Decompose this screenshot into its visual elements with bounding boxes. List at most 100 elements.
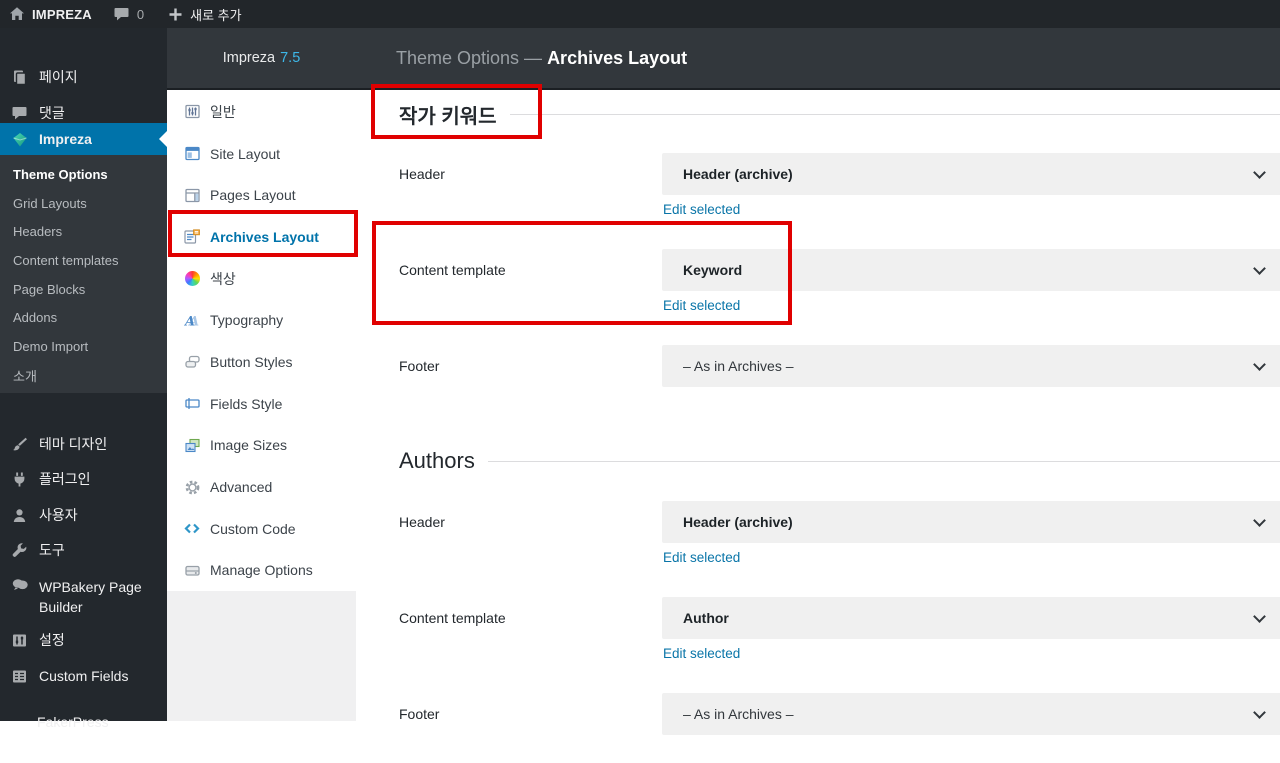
themenav-item-site-layout[interactable]: Site Layout <box>167 133 356 175</box>
header-select[interactable]: Header (archive) <box>662 501 1280 543</box>
submenu-label: 소개 <box>13 368 37 384</box>
comments-icon <box>10 105 29 121</box>
selected-value: – As in Archives – <box>683 358 794 374</box>
content-template-select[interactable]: Keyword <box>662 249 1280 291</box>
field-row-content-template: Content template Keyword Edit selected <box>399 249 1280 319</box>
submenu-label: Grid Layouts <box>13 195 87 211</box>
pages-icon <box>10 69 29 86</box>
field-label: Header <box>399 514 445 530</box>
sliders-icon <box>183 103 201 121</box>
themenav-label: Custom Code <box>210 520 296 537</box>
themenav-label: Archives Layout <box>210 228 319 245</box>
submenu-item-addons[interactable]: Addons <box>0 303 167 332</box>
themenav-item-image-sizes[interactable]: Image Sizes <box>167 425 356 467</box>
sidebar-item-label: 페이지 <box>39 69 78 85</box>
submenu-item-grid-layouts[interactable]: Grid Layouts <box>0 189 167 218</box>
wpbakery-icon <box>10 576 29 593</box>
admin-sidebar: 페이지 댓글 Impreza Theme Options Grid Layout… <box>0 28 167 730</box>
themenav-label: Pages Layout <box>210 187 296 204</box>
submenu-item-about[interactable]: 소개 <box>0 361 167 390</box>
selected-value: Author <box>683 610 729 626</box>
theme-nav-brand: Impreza 7.5 <box>167 28 356 88</box>
selected-value: Header (archive) <box>683 514 793 530</box>
themenav-item-colors[interactable]: 색상 <box>167 258 356 300</box>
sidebar-item-appearance[interactable]: 테마 디자인 <box>0 431 167 457</box>
section-title-text: 작가 키워드 <box>399 105 497 128</box>
themenav-item-advanced[interactable]: Advanced <box>167 466 356 508</box>
themenav-item-button-styles[interactable]: Button Styles <box>167 341 356 383</box>
submenu-label: Demo Import <box>13 338 89 354</box>
admin-bar-comments-link[interactable]: 0 <box>113 0 144 28</box>
page-background <box>167 591 356 721</box>
field-label: Footer <box>399 706 440 722</box>
sidebar-item-settings[interactable]: 설정 <box>0 627 167 653</box>
sidebar-item-impreza[interactable]: Impreza <box>0 123 167 155</box>
buttons-icon <box>183 353 201 371</box>
sidebar-item-label: Custom Fields <box>39 668 129 684</box>
sidebar-item-pages[interactable]: 페이지 <box>0 64 167 90</box>
edit-selected-link[interactable]: Edit selected <box>663 646 740 661</box>
themenav-item-general[interactable]: 일반 <box>167 91 356 133</box>
themenav-label: Manage Options <box>210 562 313 579</box>
field-row-header: Header Header (archive) Edit selected <box>399 501 1280 571</box>
field-label: Content template <box>399 262 506 278</box>
section-title-author-keywords: 작가 키워드 <box>399 99 1280 129</box>
edit-selected-link[interactable]: Edit selected <box>663 298 740 313</box>
themenav-label: Image Sizes <box>210 437 288 454</box>
wrench-icon <box>10 542 29 559</box>
sidebar-item-label: 플러그인 <box>39 471 91 487</box>
submenu-label: Headers <box>13 224 63 240</box>
sidebar-item-label: Impreza <box>39 131 92 147</box>
themenav-item-custom-code[interactable]: Custom Code <box>167 508 356 550</box>
sidebar-item-fakerpress[interactable]: FakerPress <box>0 709 167 735</box>
edit-selected-link[interactable]: Edit selected <box>663 550 740 565</box>
submenu-item-theme-options[interactable]: Theme Options <box>0 160 167 189</box>
submenu-item-demo-import[interactable]: Demo Import <box>0 332 167 361</box>
admin-bar-site-link[interactable]: IMPREZA <box>9 0 92 28</box>
sidebar-item-wpbakery[interactable]: WPBakery Page Builder <box>0 576 167 620</box>
themenav-item-pages-layout[interactable]: Pages Layout <box>167 174 356 216</box>
themenav-item-typography[interactable]: AA Typography <box>167 299 356 341</box>
selected-value: Keyword <box>683 262 743 278</box>
section-title-text: Authors <box>399 448 475 473</box>
footer-select[interactable]: – As in Archives – <box>662 693 1280 735</box>
selected-value: Header (archive) <box>683 166 793 182</box>
footer-select[interactable]: – As in Archives – <box>662 345 1280 387</box>
submenu-item-headers[interactable]: Headers <box>0 217 167 246</box>
sidebar-item-plugins[interactable]: 플러그인 <box>0 466 167 492</box>
brand-version: 7.5 <box>280 50 301 66</box>
sidebar-item-tools[interactable]: 도구 <box>0 537 167 563</box>
edit-selected-link[interactable]: Edit selected <box>663 202 740 217</box>
header-select[interactable]: Header (archive) <box>662 153 1280 195</box>
field-row-header: Header Header (archive) Edit selected <box>399 153 1280 223</box>
user-icon <box>10 507 29 524</box>
submenu-label: Page Blocks <box>13 281 86 297</box>
settings-sliders-icon <box>10 632 29 649</box>
brand-name: Impreza <box>222 50 276 66</box>
sidebar-item-users[interactable]: 사용자 <box>0 502 167 528</box>
submenu-item-page-blocks[interactable]: Page Blocks <box>0 275 167 304</box>
themenav-label: 색상 <box>210 270 236 287</box>
submenu-item-content-templates[interactable]: Content templates <box>0 246 167 275</box>
themenav-label: Site Layout <box>210 145 281 162</box>
themenav-item-manage-options[interactable]: Manage Options <box>167 550 356 592</box>
page-title: Theme Options — Archives Layout <box>396 28 687 88</box>
admin-bar-site-name: IMPREZA <box>32 6 92 22</box>
current-menu-arrow <box>159 131 167 147</box>
admin-bar-new-link[interactable]: 새로 추가 <box>168 0 242 28</box>
sidebar-item-label: 사용자 <box>39 507 78 523</box>
field-label: Content template <box>399 610 506 626</box>
sidebar-item-custom-fields[interactable]: Custom Fields <box>0 663 167 689</box>
sidebar-item-label: 댓글 <box>39 105 65 121</box>
page-title-current: Archives Layout <box>547 48 688 68</box>
content-template-select[interactable]: Author <box>662 597 1280 639</box>
home-icon <box>9 6 25 22</box>
selected-value: – As in Archives – <box>683 706 794 722</box>
themenav-item-archives-layout[interactable]: Archives Layout <box>167 216 356 258</box>
pages-layout-icon <box>183 186 201 204</box>
field-label: Header <box>399 166 445 182</box>
themenav-item-fields-style[interactable]: Fields Style <box>167 383 356 425</box>
admin-bar-comments-count: 0 <box>136 6 145 22</box>
field-row-footer: Footer – As in Archives – <box>399 693 1280 763</box>
themenav-label: Advanced <box>210 479 273 496</box>
